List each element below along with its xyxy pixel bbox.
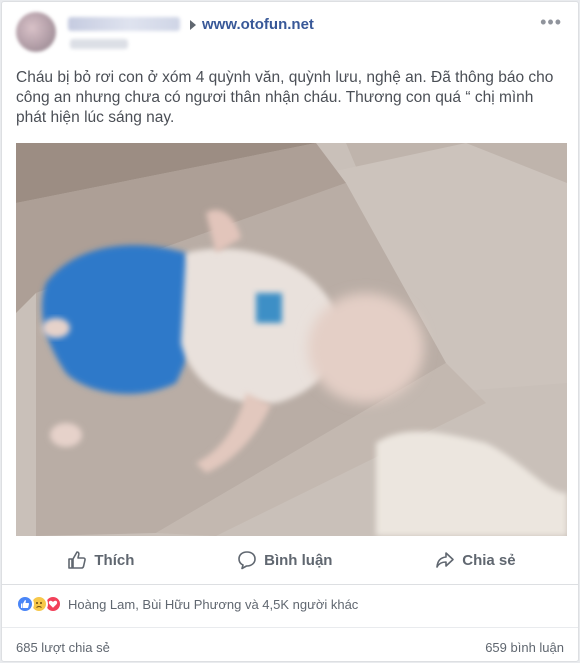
post-text: Cháu bị bỏ rơi con ở xóm 4 quỳnh văn, qu… xyxy=(16,69,554,126)
thumbs-up-icon xyxy=(68,551,87,569)
comment-bubble-icon xyxy=(238,551,256,570)
post-header: www.otofun.net ••• xyxy=(16,12,564,54)
post-photo[interactable] xyxy=(16,143,567,536)
comment-count[interactable]: 659 bình luận xyxy=(485,640,564,655)
shared-site-link[interactable]: www.otofun.net xyxy=(202,16,314,33)
share-count[interactable]: 685 lượt chia sẻ xyxy=(16,640,110,655)
post-time-blurred[interactable] xyxy=(70,39,128,49)
divider xyxy=(2,584,578,585)
comment-label: Bình luận xyxy=(264,551,333,569)
like-icon xyxy=(16,595,34,613)
photo-illustration xyxy=(16,143,567,536)
more-options-icon[interactable]: ••• xyxy=(540,12,562,33)
divider xyxy=(2,627,578,628)
like-label: Thích xyxy=(94,551,135,569)
share-button[interactable]: Chia sẻ xyxy=(425,546,525,574)
post-card: www.otofun.net ••• Cháu bị bỏ rơi con ở … xyxy=(1,1,579,662)
like-button[interactable]: Thích xyxy=(57,546,144,574)
action-bar: Thích Bình luận Chia sẻ xyxy=(16,540,567,580)
share-label: Chia sẻ xyxy=(462,551,516,569)
comment-button[interactable]: Bình luận xyxy=(227,546,342,574)
share-arrow-icon xyxy=(436,552,455,568)
triangle-right-icon xyxy=(190,20,196,30)
avatar[interactable] xyxy=(16,12,56,52)
reactions-summary[interactable]: Hoàng Lam, Bùi Hữu Phương và 4,5K người … xyxy=(16,595,358,613)
author-name-blurred[interactable] xyxy=(68,17,180,31)
reaction-names: Hoàng Lam, Bùi Hữu Phương và 4,5K người … xyxy=(68,596,359,612)
